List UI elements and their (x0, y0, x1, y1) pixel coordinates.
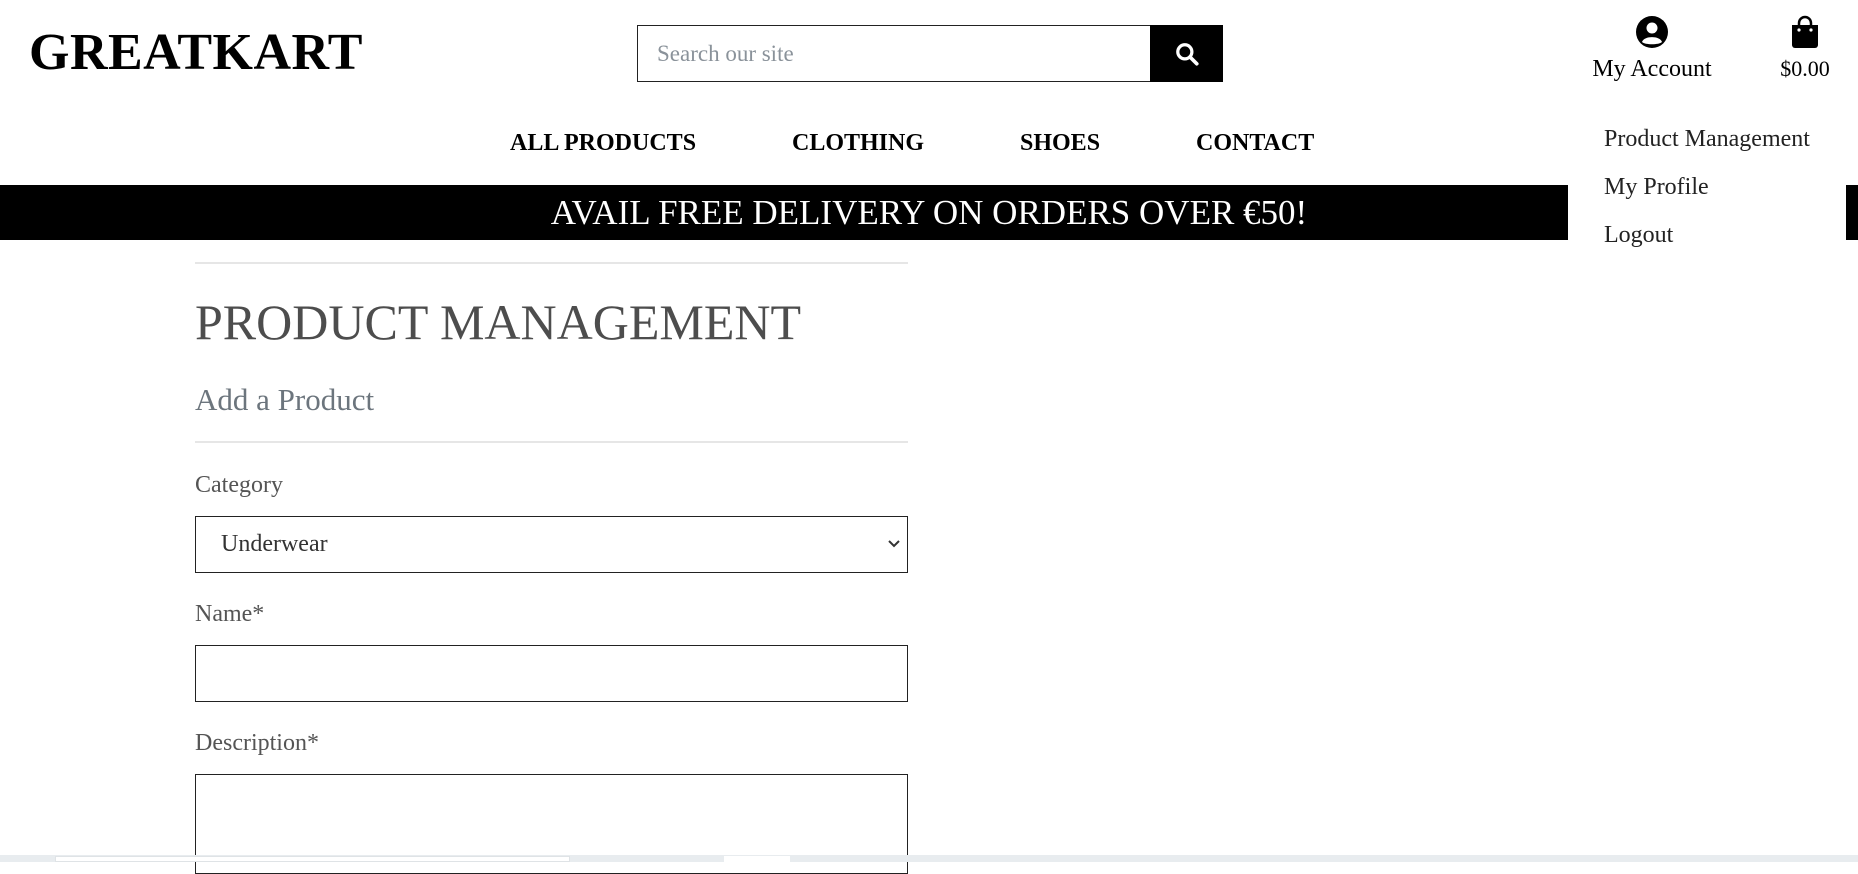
my-account-link[interactable]: My Account (1590, 14, 1714, 84)
menu-item-product-management[interactable]: Product Management (1604, 124, 1810, 154)
nav-clothing[interactable]: CLOTHING (792, 126, 924, 160)
category-select[interactable]: Underwear (195, 516, 908, 573)
nav-contact[interactable]: CONTACT (1196, 126, 1314, 160)
name-label: Name* (195, 601, 265, 627)
divider (195, 441, 908, 443)
menu-item-my-profile[interactable]: My Profile (1604, 172, 1709, 202)
category-selected-value: Underwear (221, 531, 328, 557)
nav-all-products[interactable]: ALL PRODUCTS (510, 126, 696, 160)
search-icon (1175, 42, 1199, 66)
banner-edge (1846, 185, 1858, 240)
my-account-label: My Account (1592, 56, 1712, 82)
cart-total: $0.00 (1780, 56, 1830, 81)
site-logo[interactable]: GREATKART (29, 22, 363, 84)
search-button[interactable] (1150, 25, 1223, 82)
divider (195, 262, 908, 264)
menu-item-logout[interactable]: Logout (1604, 220, 1673, 250)
description-label: Description* (195, 730, 319, 756)
chevron-down-icon (888, 540, 900, 548)
user-circle-icon (1636, 16, 1668, 48)
search-form (637, 25, 1223, 82)
nav-shoes[interactable]: SHOES (1020, 126, 1100, 160)
scrollbar-thumb[interactable] (55, 856, 570, 862)
cart-link[interactable]: $0.00 (1772, 14, 1838, 84)
page-subtitle: Add a Product (195, 382, 375, 417)
name-field[interactable] (195, 645, 908, 702)
search-input[interactable] (637, 25, 1150, 82)
scrollbar-segment (724, 856, 790, 862)
account-dropdown-menu: Product Management My Profile Logout (1568, 112, 1846, 262)
shopping-bag-icon (1792, 15, 1818, 48)
horizontal-scrollbar[interactable] (0, 855, 1858, 862)
page-title: PRODUCT MANAGEMENT (195, 294, 802, 350)
category-label: Category (195, 472, 283, 498)
